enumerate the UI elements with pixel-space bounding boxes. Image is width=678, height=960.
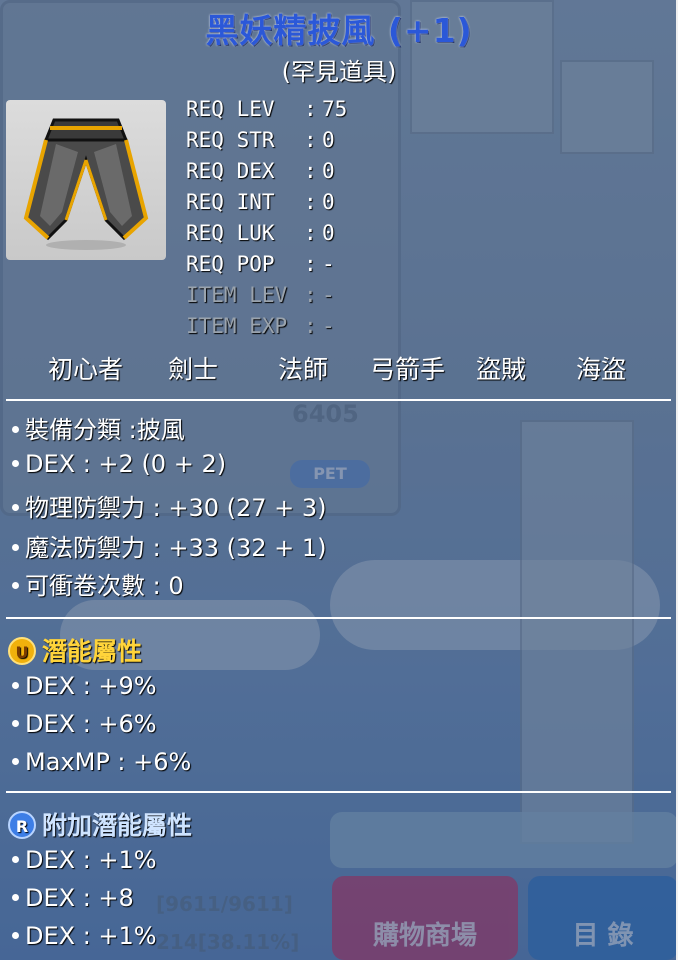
requirement-list: REQ LEV:75 REQ STR:0 REQ DEX:0 REQ INT:0…	[186, 94, 347, 342]
job-magician: 法師	[278, 355, 329, 384]
stat-category: 裝備分類 :披風	[12, 410, 185, 445]
divider	[6, 791, 671, 793]
potential-line: DEX : +9%	[12, 672, 157, 700]
rare-potential-icon: R	[8, 811, 36, 839]
stat-upgrades-available: 可衝卷次數 : 0	[12, 566, 184, 601]
req-level: REQ LEV:75	[186, 97, 348, 121]
bonus-potential-line: DEX : +1%	[12, 846, 157, 874]
item-level: ITEM LEV: -	[186, 283, 335, 307]
bonus-potential-header: R 附加潛能屬性	[8, 806, 192, 842]
stat-dex: DEX : +2 (0 + 2)	[12, 450, 226, 478]
item-exp: ITEM EXP: -	[186, 314, 335, 338]
stat-magic-defense: 魔法防禦力 : +33 (32 + 1)	[12, 528, 327, 563]
unique-potential-icon: U	[8, 637, 36, 665]
job-beginner: 初心者	[48, 355, 124, 384]
potential-line: DEX : +6%	[12, 710, 157, 738]
stat-physical-defense: 物理防禦力 : +30 (27 + 3)	[12, 488, 327, 523]
job-list: 初心者 劍士 法師 弓箭手 盜賊 海盜	[0, 350, 678, 384]
item-name: 黑妖精披風 (+1)	[205, 11, 473, 50]
req-dex: REQ DEX:0	[186, 159, 335, 183]
divider	[6, 399, 671, 401]
bonus-potential-line: DEX : +8	[12, 884, 134, 912]
req-pop: REQ POP: -	[186, 252, 335, 276]
item-rarity: (罕見道具)	[281, 58, 397, 86]
item-tooltip: 黑妖精披風 (+1) (罕見道具) REQ LEV:75 REQ STR:0 R…	[0, 0, 678, 960]
bonus-potential-line: DEX : +1%	[12, 922, 157, 950]
potential-header: U 潛能屬性	[8, 632, 142, 668]
req-luk: REQ LUK:0	[186, 221, 335, 245]
req-str: REQ STR:0	[186, 128, 335, 152]
item-icon-frame	[6, 100, 166, 260]
job-thief: 盜賊	[476, 355, 527, 384]
divider	[6, 617, 671, 619]
req-int: REQ INT:0	[186, 190, 335, 214]
cape-icon	[23, 118, 149, 250]
job-pirate: 海盜	[576, 355, 627, 384]
potential-line: MaxMP : +6%	[12, 748, 191, 776]
job-bowman: 弓箭手	[370, 355, 446, 384]
job-warrior: 劍士	[168, 355, 219, 384]
